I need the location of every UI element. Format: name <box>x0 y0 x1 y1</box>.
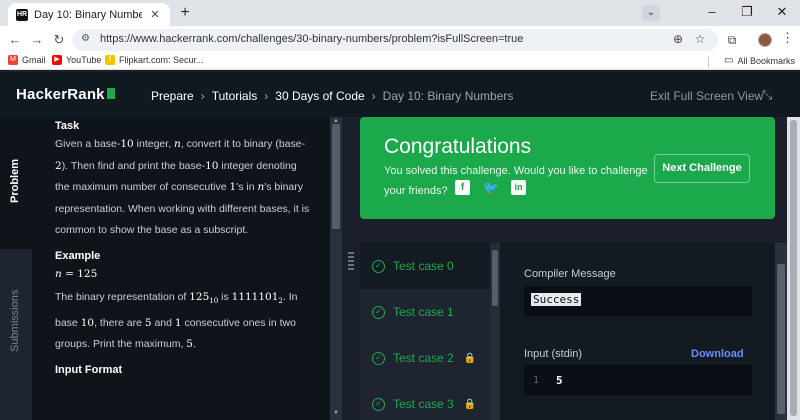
logo-text: HackerRank <box>16 86 105 103</box>
close-window-button[interactable]: ✕ <box>773 4 791 20</box>
zoom-icon[interactable]: ⊕ <box>670 32 686 46</box>
stdin-value: 5 <box>556 374 563 387</box>
browser-tab[interactable]: HR Day 10: Binary Numbers | Hack ✕ <box>8 3 170 26</box>
hackerrank-logo[interactable]: HackerRank <box>16 86 115 103</box>
back-arrow-icon[interactable]: ← <box>6 31 24 49</box>
linkedin-icon[interactable]: in <box>511 180 526 195</box>
reload-icon[interactable]: ↻ <box>50 31 68 49</box>
check-circle-icon: ✓ <box>372 351 385 365</box>
restore-button[interactable]: ❐ <box>738 4 756 20</box>
scroll-down-icon[interactable]: ▼ <box>333 410 339 416</box>
test-case-label: Test case 1 <box>393 305 454 319</box>
input-format-heading: Input Format <box>55 363 123 376</box>
profile-avatar[interactable] <box>758 33 772 47</box>
line-number: 1 <box>533 375 540 386</box>
problem-scrollbar-thumb[interactable] <box>332 124 340 229</box>
browser-tab-strip: HR Day 10: Binary Numbers | Hack ✕ + ⌄ –… <box>0 0 800 26</box>
forward-arrow-icon[interactable]: → <box>28 31 46 49</box>
example-heading: Example <box>55 249 101 262</box>
tab-submissions[interactable]: Submissions <box>0 257 32 377</box>
hackerrank-favicon-icon: HR <box>16 8 28 21</box>
bookmark-label: YouTube <box>66 55 102 65</box>
example-equation: n = 125 <box>55 267 98 280</box>
logo-mark-icon <box>106 88 115 99</box>
tab-submissions-label: Submissions <box>9 289 21 352</box>
extensions-icon[interactable]: ⧉ <box>724 33 740 48</box>
browser-menu-icon[interactable]: ⋮ <box>781 30 794 46</box>
collapse-icon[interactable]: ⤡ <box>762 87 772 103</box>
task-heading: Task <box>55 120 80 132</box>
check-circle-icon: ✓ <box>372 259 385 273</box>
bookmarks-divider <box>708 56 709 68</box>
check-circle-icon: ✓ <box>372 305 385 319</box>
detail-scrollbar-thumb[interactable] <box>777 264 785 414</box>
hackerrank-header: HackerRank Prepare › Tutorials › 30 Days… <box>0 72 800 117</box>
bookmarks-bar: M Gmail ▶ YouTube f Flipkart.com: Secur.… <box>0 54 800 70</box>
new-tab-button[interactable]: + <box>176 4 194 22</box>
bookmark-label: Flipkart.com: Secur... <box>119 55 204 65</box>
folder-icon: ▭ <box>724 55 734 66</box>
drag-handle-icon[interactable] <box>348 252 354 272</box>
address-bar[interactable]: ⚙ https://www.hackerrank.com/challenges/… <box>72 29 718 51</box>
site-info-icon[interactable]: ⚙ <box>81 33 90 44</box>
crumb-30-days[interactable]: 30 Days of Code <box>275 89 364 103</box>
bookmark-youtube[interactable]: ▶ YouTube <box>52 55 101 65</box>
test-case-label: Test case 0 <box>393 259 454 273</box>
test-case-3[interactable]: ✓ Test case 3 🔒 <box>360 381 490 420</box>
test-case-1[interactable]: ✓ Test case 1 <box>360 289 490 335</box>
stdin-label: Input (stdin) <box>524 348 583 360</box>
test-case-label: Test case 3 <box>393 397 454 411</box>
bookmark-gmail[interactable]: M Gmail <box>8 55 46 65</box>
congrats-title: Congratulations <box>384 135 532 158</box>
page-scrollbar-thumb[interactable] <box>790 120 797 416</box>
crumb-prepare[interactable]: Prepare <box>151 89 194 103</box>
minimize-button[interactable]: – <box>703 4 721 19</box>
bookmark-flipkart[interactable]: f Flipkart.com: Secur... <box>105 55 204 65</box>
bookmark-star-icon[interactable]: ☆ <box>692 32 708 46</box>
chevron-right-icon: › <box>264 89 269 103</box>
browser-toolbar: ← → ↻ ⚙ https://www.hackerrank.com/chall… <box>0 26 800 54</box>
compiler-message-label: Compiler Message <box>524 268 616 280</box>
test-case-0[interactable]: ✓ Test case 0 <box>360 243 490 289</box>
close-tab-icon[interactable]: ✕ <box>148 8 162 21</box>
chevron-right-icon: › <box>200 89 205 103</box>
crumb-current: Day 10: Binary Numbers <box>382 89 514 103</box>
tab-problem[interactable]: Problem <box>0 117 32 249</box>
tab-title: Day 10: Binary Numbers | Hack <box>34 8 142 21</box>
congratulations-banner: Congratulations You solved this challeng… <box>360 117 775 219</box>
exit-fullscreen-link[interactable]: Exit Full Screen View <box>650 89 763 103</box>
download-link[interactable]: Download <box>691 348 744 360</box>
test-case-2[interactable]: ✓ Test case 2 🔒 <box>360 335 490 381</box>
check-circle-icon: ✓ <box>372 397 385 411</box>
tab-problem-label: Problem <box>9 158 21 203</box>
task-paragraph: Given a base-10 integer, n, convert it t… <box>55 138 310 236</box>
breadcrumb: Prepare › Tutorials › 30 Days of Code › … <box>151 89 513 103</box>
bookmark-label: Gmail <box>22 55 46 65</box>
twitter-icon[interactable]: 🐦 <box>483 180 499 195</box>
tab-search-icon[interactable]: ⌄ <box>642 5 660 21</box>
compiler-message-value: Success <box>531 293 582 306</box>
example-paragraph: The binary representation of 12510 is 11… <box>55 291 298 351</box>
all-bookmarks-label: All Bookmarks <box>737 55 795 66</box>
chevron-right-icon: › <box>371 89 376 103</box>
crumb-tutorials[interactable]: Tutorials <box>212 89 258 103</box>
facebook-icon[interactable]: f <box>455 180 470 195</box>
flipkart-icon: f <box>105 55 115 65</box>
url-text: https://www.hackerrank.com/challenges/30… <box>100 33 524 45</box>
problem-description: Task Given a base-10 integer, n, convert… <box>32 117 330 420</box>
lock-icon: 🔒 <box>463 398 477 410</box>
gmail-icon: M <box>8 55 18 65</box>
all-bookmarks-button[interactable]: ▭ All Bookmarks <box>724 55 795 66</box>
youtube-icon: ▶ <box>52 55 62 65</box>
test-case-label: Test case 2 <box>393 351 454 365</box>
next-challenge-button[interactable]: Next Challenge <box>654 154 750 183</box>
left-rail: Problem Submissions <box>0 117 32 420</box>
test-list-scrollbar-thumb[interactable] <box>492 250 498 306</box>
lock-icon: 🔒 <box>463 352 477 364</box>
